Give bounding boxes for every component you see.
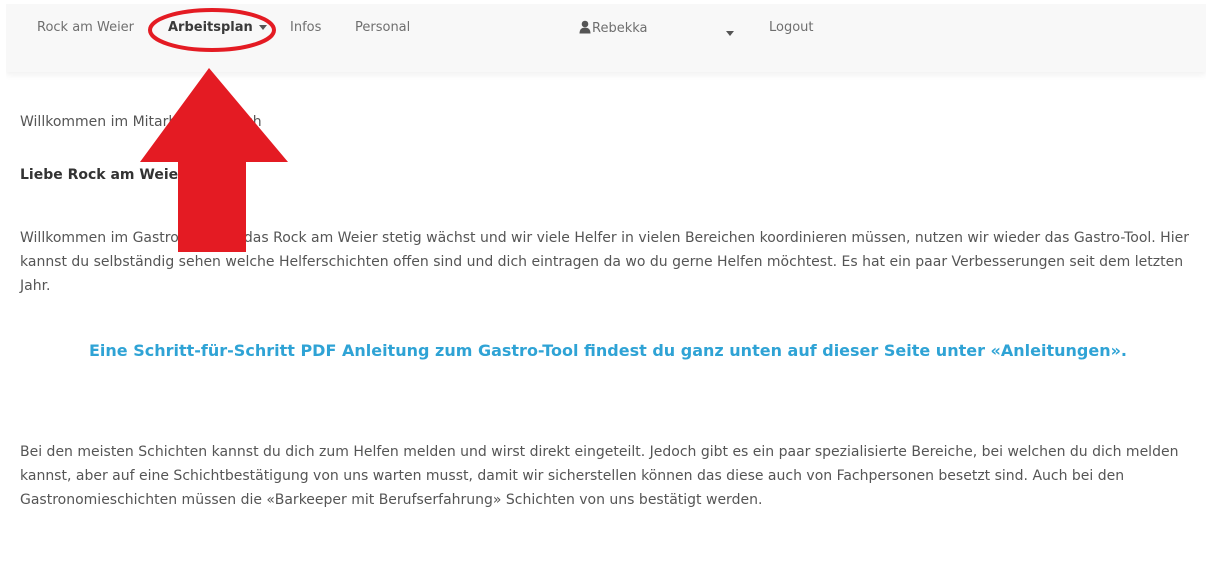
nav-arbeitsplan-label: Arbeitsplan xyxy=(168,20,253,35)
nav-arbeitsplan-dropdown[interactable]: Arbeitsplan xyxy=(168,20,267,35)
caret-down-icon xyxy=(258,25,267,30)
app-frame: Rock am Weier Arbeitsplan Infos Personal… xyxy=(6,4,1206,561)
nav-infos-link[interactable]: Infos xyxy=(290,20,321,35)
intro-paragraph: Willkommen im Gastro-Tool! Da das Rock a… xyxy=(20,230,1189,294)
pdf-guide-highlight: Eine Schritt-für-Schritt PDF Anleitung z… xyxy=(88,341,1128,360)
greeting-heading: Liebe Rock am Weier Helfer xyxy=(20,167,239,183)
nav-brand-link[interactable]: Rock am Weier xyxy=(37,20,134,35)
annotation-arrow-icon xyxy=(140,68,288,252)
user-icon xyxy=(579,20,591,34)
nav-personal-link[interactable]: Personal xyxy=(355,20,410,35)
user-dropdown-caret-icon[interactable] xyxy=(726,31,734,36)
nav-user-name: Rebekka xyxy=(592,21,648,36)
nav-user-dropdown[interactable]: Rebekka xyxy=(579,20,648,36)
nav-logout-link[interactable]: Logout xyxy=(769,20,814,35)
welcome-text: Willkommen im Mitarbeiterbereich xyxy=(20,114,262,130)
navbar: Rock am Weier Arbeitsplan Infos Personal… xyxy=(6,4,1206,72)
info-paragraph: Bei den meisten Schichten kannst du dich… xyxy=(20,444,1179,508)
